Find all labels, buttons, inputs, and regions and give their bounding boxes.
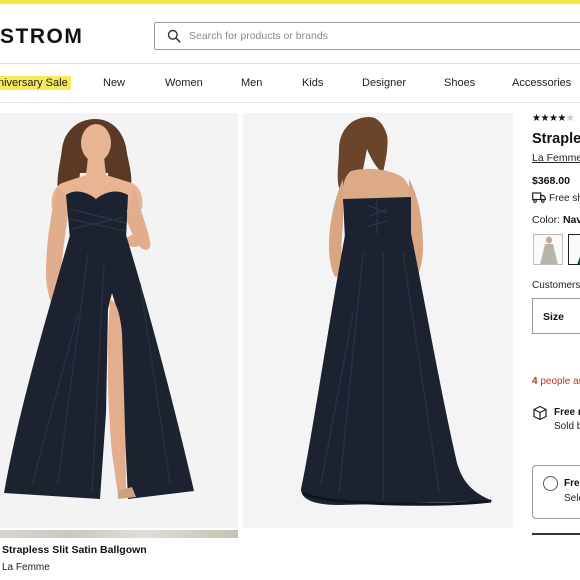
color-value: Nav bbox=[562, 214, 580, 226]
divider bbox=[0, 102, 580, 103]
shipping-info: Free sh bbox=[532, 192, 580, 204]
people-text: people ar bbox=[537, 376, 580, 387]
product-image-front[interactable] bbox=[0, 113, 238, 528]
related-product-title[interactable]: Strapless Slit Satin Ballgown bbox=[2, 544, 147, 556]
nav-item-women[interactable]: Women bbox=[165, 77, 203, 89]
color-selector-label: Color: Nav bbox=[532, 214, 580, 226]
brand-logo[interactable]: STROM bbox=[0, 25, 83, 49]
star-icon: ★ bbox=[557, 113, 566, 124]
star-icon: ★ bbox=[540, 113, 549, 124]
product-details: ★★★★★ Strapless La Femme $368.00 Free sh… bbox=[532, 113, 580, 580]
nav-item-designer[interactable]: Designer bbox=[362, 77, 406, 89]
top-accent-bar bbox=[0, 0, 580, 4]
nav-item-shoes[interactable]: Shoes bbox=[444, 77, 475, 89]
truck-icon bbox=[532, 192, 546, 203]
pickup-radio[interactable] bbox=[543, 476, 558, 491]
product-image-back[interactable] bbox=[243, 113, 513, 528]
product-brand-link[interactable]: La Femme bbox=[532, 152, 580, 164]
nav-item-new[interactable]: New bbox=[103, 77, 125, 89]
star-icon: ★ bbox=[565, 113, 575, 124]
shipping-text: Free sh bbox=[549, 193, 580, 204]
free-returns-title: Free r bbox=[554, 407, 580, 418]
color-swatch-silver[interactable] bbox=[533, 234, 563, 265]
pickup-option[interactable]: Free Sele bbox=[532, 465, 580, 519]
free-returns-sub: Sold b bbox=[554, 421, 580, 432]
nav-item-kids[interactable]: Kids bbox=[302, 77, 323, 89]
pickup-title: Free bbox=[564, 478, 580, 489]
color-swatch-green[interactable] bbox=[568, 234, 580, 265]
main-nav: niversary Sale New Women Men Kids Design… bbox=[0, 64, 580, 102]
nav-item-accessories[interactable]: Accessories bbox=[512, 77, 571, 89]
pickup-sub: Sele bbox=[564, 493, 580, 504]
product-page: STROM niversary Sale New Women Men Kids … bbox=[0, 0, 580, 580]
thumbnail-strip[interactable] bbox=[0, 530, 238, 538]
box-icon bbox=[533, 405, 547, 421]
search-bar[interactable] bbox=[154, 22, 580, 50]
divider bbox=[532, 533, 580, 535]
customers-fit-text: Customers bbox=[532, 280, 580, 291]
size-select[interactable]: Size bbox=[532, 298, 580, 334]
related-product-brand: La Femme bbox=[2, 562, 50, 573]
search-input[interactable] bbox=[189, 27, 569, 45]
rating-stars[interactable]: ★★★★★ bbox=[532, 113, 575, 124]
urgency-message: 4 people ar bbox=[532, 376, 580, 387]
product-title: Strapless bbox=[532, 131, 580, 147]
search-icon bbox=[167, 29, 181, 43]
size-select-label: Size bbox=[543, 311, 565, 323]
nav-item-anniversary-sale[interactable]: niversary Sale bbox=[0, 76, 71, 90]
product-price: $368.00 bbox=[532, 175, 570, 187]
nav-item-men[interactable]: Men bbox=[241, 77, 262, 89]
color-label: Color: bbox=[532, 214, 563, 226]
